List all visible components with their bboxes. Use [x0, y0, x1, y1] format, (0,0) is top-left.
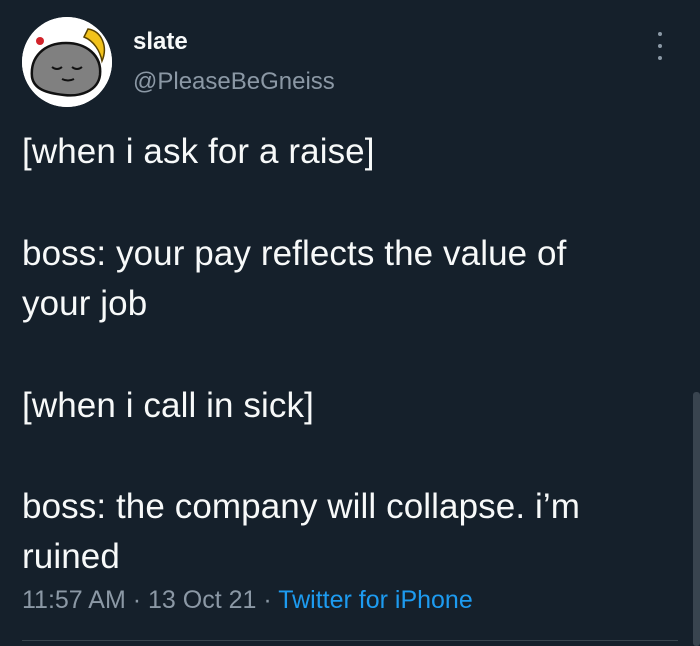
tweet-time[interactable]: 11:57 AM: [22, 586, 126, 614]
meta-separator: ·: [263, 586, 272, 614]
tweet-source-link[interactable]: Twitter for iPhone: [278, 586, 473, 614]
tweet-card: slate @PleaseBeGneiss [when i ask for a …: [0, 0, 700, 646]
tweet-date[interactable]: 13 Oct 21: [148, 586, 256, 614]
more-dot: [658, 44, 662, 48]
avatar[interactable]: [22, 17, 112, 107]
display-name[interactable]: slate: [133, 28, 188, 56]
tweet-text-line-6: ruined: [22, 537, 120, 576]
tweet-text-line-3: your job: [22, 284, 148, 323]
meta-separator: ·: [132, 586, 142, 614]
tweet-text-line-1: [when i ask for a raise]: [22, 132, 375, 171]
scrollbar[interactable]: [693, 392, 700, 646]
divider: [22, 640, 678, 641]
more-options-icon[interactable]: [652, 30, 668, 62]
user-handle[interactable]: @PleaseBeGneiss: [133, 68, 335, 96]
more-dot: [658, 56, 662, 60]
sleeping-rock-with-banana-icon: [22, 17, 112, 107]
tweet-meta: 11:57 AM · 13 Oct 21 · Twitter for iPhon…: [22, 586, 473, 615]
tweet-text-line-2: boss: your pay reflects the value of: [22, 234, 567, 273]
tweet-text-line-5: boss: the company will collapse. i’m: [22, 487, 580, 526]
tweet-text-line-4: [when i call in sick]: [22, 386, 314, 425]
more-dot: [658, 32, 662, 36]
